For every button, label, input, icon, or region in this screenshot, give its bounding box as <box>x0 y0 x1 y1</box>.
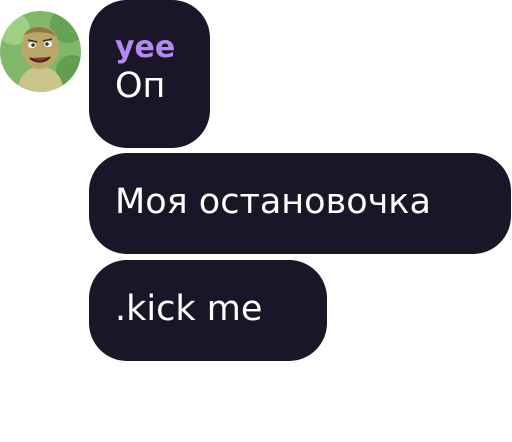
message-text: .kick me <box>115 289 263 329</box>
chat-screenshot: yee Оп Моя остановочка .kick me <box>0 0 512 442</box>
user-avatar[interactable] <box>0 11 81 92</box>
message-text: Моя остановочка <box>115 182 431 222</box>
message-author-username[interactable]: yee <box>115 30 210 66</box>
message-bubble[interactable]: yee Оп <box>89 0 210 148</box>
message-bubble[interactable]: .kick me <box>89 260 327 361</box>
message-text: Оп <box>115 66 166 106</box>
cartoon-character-avatar-icon <box>0 11 81 92</box>
message-bubble[interactable]: Моя остановочка <box>89 153 511 254</box>
